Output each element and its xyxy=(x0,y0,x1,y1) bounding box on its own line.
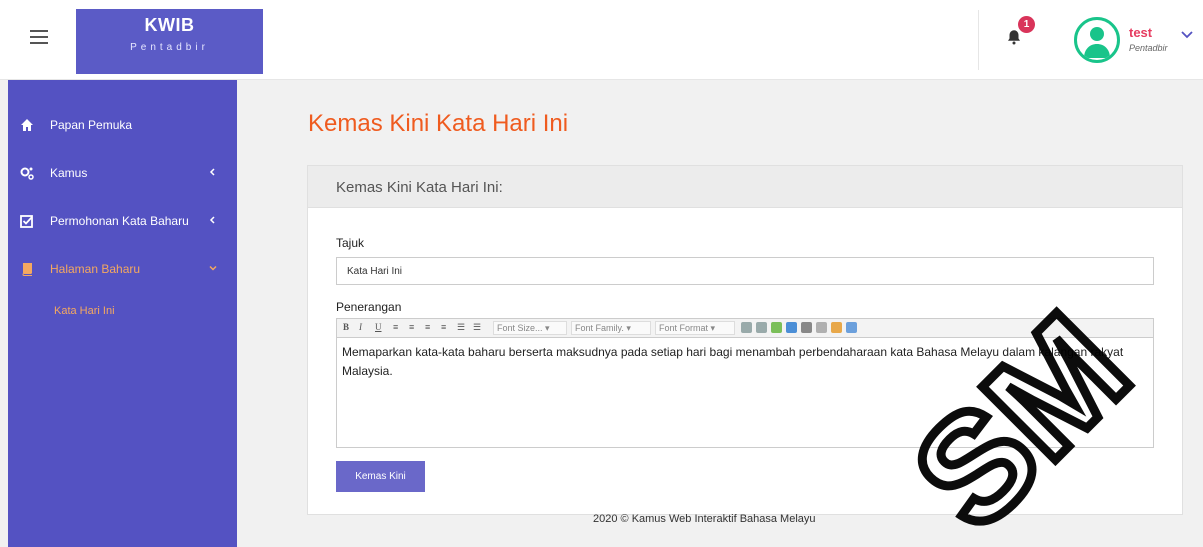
align-right-icon[interactable]: ≡ xyxy=(425,322,430,332)
tajuk-input[interactable] xyxy=(336,257,1154,285)
cogs-icon xyxy=(20,167,34,180)
unlink-icon[interactable] xyxy=(816,322,827,333)
outdent-icon[interactable] xyxy=(741,322,752,333)
chevron-left-icon xyxy=(209,216,215,224)
footer-text: 2020 © Kamus Web Interaktif Bahasa Melay… xyxy=(593,513,816,525)
chevron-left-icon xyxy=(209,168,215,176)
sidebar-item-kamus[interactable]: Kamus xyxy=(8,153,237,193)
unordered-list-icon[interactable]: ☰ xyxy=(473,322,481,333)
font-format-value: Font Format xyxy=(659,323,709,333)
color-icon[interactable] xyxy=(831,322,842,333)
underline-button[interactable]: U xyxy=(375,322,382,332)
notification-badge: 1 xyxy=(1018,16,1035,33)
sidebar-subitem-kata-hari-ini[interactable]: Kata Hari Ini xyxy=(54,305,115,317)
book-icon xyxy=(22,263,32,276)
chevron-down-icon xyxy=(209,265,217,271)
sidebar-item-papan-pemuka[interactable]: Papan Pemuka xyxy=(8,105,237,145)
italic-button[interactable]: I xyxy=(359,322,362,332)
sidebar: Papan Pemuka Kamus Permohonan Kata Bahar… xyxy=(8,80,237,547)
font-family-select[interactable]: Font Family. ▾ xyxy=(571,321,651,335)
brand-subtitle: Pentadbir xyxy=(130,42,209,53)
check-square-icon xyxy=(20,215,33,228)
font-size-select[interactable]: Font Size... ▾ xyxy=(493,321,567,335)
sidebar-item-label: Papan Pemuka xyxy=(50,118,133,132)
header-divider xyxy=(978,10,979,70)
user-icon xyxy=(1084,27,1110,58)
sidebar-item-label: Permohonan Kata Baharu xyxy=(50,214,189,228)
tajuk-label: Tajuk xyxy=(336,236,365,250)
penerangan-label: Penerangan xyxy=(336,300,402,314)
align-center-icon[interactable]: ≡ xyxy=(409,322,414,332)
brand-title: KWIB xyxy=(144,15,195,35)
font-format-select[interactable]: Font Format ▾ xyxy=(655,321,735,335)
home-icon xyxy=(21,119,33,131)
panel-title: Kemas Kini Kata Hari Ini: xyxy=(336,179,503,196)
sidebar-item-label: Halaman Baharu xyxy=(50,262,141,276)
sidebar-item-halaman-baharu[interactable]: Halaman Baharu xyxy=(8,249,237,289)
chevron-down-icon[interactable] xyxy=(1181,30,1193,40)
sidebar-item-label: Kamus xyxy=(50,166,88,180)
user-name[interactable]: test xyxy=(1129,25,1152,40)
panel-header: Kemas Kini Kata Hari Ini: xyxy=(308,166,1182,208)
menu-toggle-icon[interactable] xyxy=(30,30,48,44)
top-header: KWIB Pentadbir 1 test Pentadbir xyxy=(0,0,1203,80)
sidebar-item-permohonan[interactable]: Permohonan Kata Baharu xyxy=(8,201,237,241)
page-title: Kemas Kini Kata Hari Ini xyxy=(308,110,569,137)
avatar[interactable] xyxy=(1074,17,1120,63)
brand-logo[interactable]: KWIB Pentadbir xyxy=(76,9,263,74)
kemas-kini-button[interactable]: Kemas Kini xyxy=(336,461,425,492)
indent-icon[interactable] xyxy=(756,322,767,333)
user-role: Pentadbir xyxy=(1129,43,1168,53)
font-family-value: Font Family. xyxy=(575,323,624,333)
bold-button[interactable]: B xyxy=(343,322,349,332)
font-size-value: Font Size... xyxy=(497,323,543,333)
link-icon[interactable] xyxy=(801,322,812,333)
source-code-icon[interactable] xyxy=(846,322,857,333)
spellcheck-icon[interactable] xyxy=(771,322,782,333)
insert-image-icon[interactable] xyxy=(786,322,797,333)
ordered-list-icon[interactable]: ☰ xyxy=(457,322,465,333)
align-left-icon[interactable]: ≡ xyxy=(393,322,398,332)
align-justify-icon[interactable]: ≡ xyxy=(441,322,446,332)
